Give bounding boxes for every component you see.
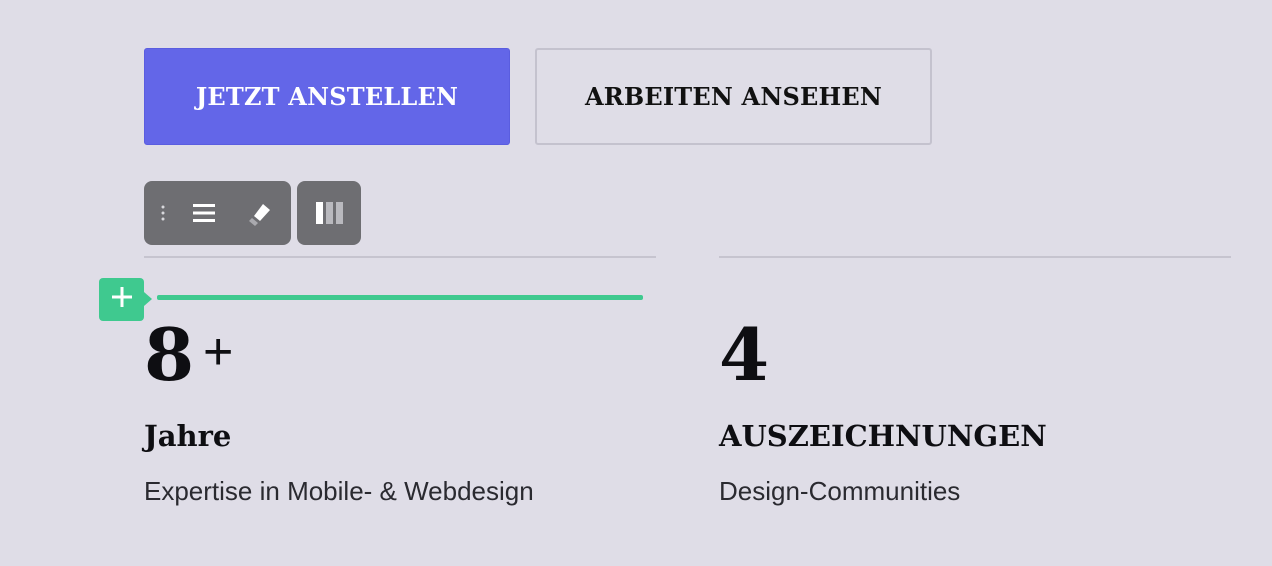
columns-icon[interactable]: [315, 202, 343, 224]
stat-label: Jahre: [144, 419, 232, 453]
hire-now-button[interactable]: JETZT ANSTELLEN: [144, 48, 510, 145]
columns-toolbar: [297, 181, 361, 245]
stat-suffix: +: [203, 323, 234, 381]
stat-number: 4: [719, 312, 770, 397]
column-divider-right: [719, 256, 1231, 258]
stat-label: AUSZEICHNUNGEN: [719, 419, 1047, 453]
highlighter-icon[interactable]: [226, 181, 290, 245]
block-insertion-indicator: [157, 295, 643, 300]
drag-handle-icon[interactable]: [144, 181, 182, 245]
stat-number: 8: [144, 312, 195, 397]
column-divider-left: [144, 256, 656, 258]
block-toolbar: [144, 181, 291, 245]
add-block-button[interactable]: [99, 278, 152, 321]
align-justify-icon[interactable]: [182, 181, 226, 245]
view-work-button[interactable]: ARBEITEN ANSEHEN: [535, 48, 932, 145]
stat-description: Expertise in Mobile- & Webdesign: [144, 476, 534, 506]
stat-description: Design-Communities: [719, 476, 961, 506]
plus-icon: [111, 286, 133, 313]
